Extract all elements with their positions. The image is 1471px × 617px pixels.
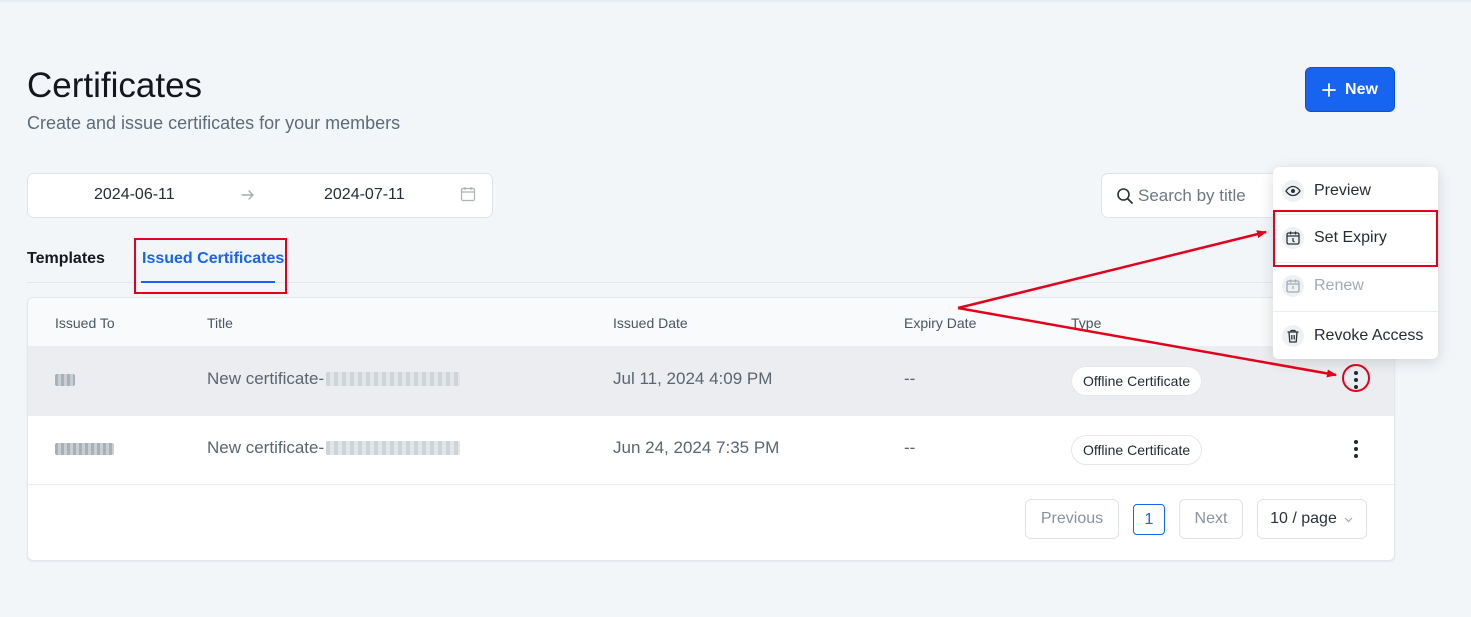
top-divider xyxy=(0,0,1471,2)
expiry-date: -- xyxy=(904,438,916,457)
title-id-redacted xyxy=(326,372,461,386)
title-text: New certificate- xyxy=(207,438,325,457)
title-text: New certificate- xyxy=(207,369,325,388)
page-subtitle: Create and issue certificates for your m… xyxy=(27,113,401,133)
column-issued-to: Issued To xyxy=(55,315,115,331)
column-expiry-date: Expiry Date xyxy=(904,315,977,331)
annotation-highlight-set-expiry xyxy=(1273,210,1438,267)
issued-date: Jun 24, 2024 7:35 PM xyxy=(613,438,780,457)
search-box[interactable] xyxy=(1101,173,1281,218)
issued-date: Jul 11, 2024 4:09 PM xyxy=(613,369,773,388)
date-range-picker[interactable]: 2024-06-11 2024-07-11 xyxy=(27,173,493,218)
table-row[interactable]: New certificate- Jul 11, 2024 4:09 PM --… xyxy=(28,347,1394,416)
trash-icon xyxy=(1282,325,1304,347)
annotation-circle-actions xyxy=(1342,364,1370,392)
menu-item-label: Preview xyxy=(1314,182,1371,199)
menu-item-revoke-access[interactable]: Revoke Access xyxy=(1273,312,1438,360)
calendar-icon xyxy=(460,187,476,202)
new-button-label: New xyxy=(1345,80,1378,98)
column-title: Title xyxy=(207,315,233,331)
new-certificate-button[interactable]: New xyxy=(1305,67,1395,112)
tab-templates[interactable]: Templates xyxy=(27,250,105,268)
date-start[interactable]: 2024-06-11 xyxy=(94,186,175,204)
certificates-table: Issued To Title Issued Date Expiry Date … xyxy=(27,297,1395,561)
menu-item-label: Revoke Access xyxy=(1314,327,1424,344)
eye-icon xyxy=(1282,180,1304,202)
column-issued-date: Issued Date xyxy=(613,315,688,331)
chevron-down-icon xyxy=(1344,517,1353,522)
annotation-highlight-tab xyxy=(134,238,287,294)
arrow-right-icon xyxy=(241,190,254,200)
issued-to-redacted xyxy=(55,438,114,459)
type-badge: Offline Certificate xyxy=(1071,366,1203,396)
page-title: Certificates xyxy=(27,66,203,105)
pagination-previous-button[interactable]: Previous xyxy=(1025,499,1119,539)
certificate-title: New certificate- xyxy=(207,369,461,389)
type-badge: Offline Certificate xyxy=(1071,435,1203,465)
page-size-value: 10 / page xyxy=(1270,510,1337,527)
title-id-redacted xyxy=(326,441,461,455)
pagination-page-1[interactable]: 1 xyxy=(1133,504,1165,535)
certificate-title: New certificate- xyxy=(207,438,461,458)
page-size-select[interactable]: 10 / page xyxy=(1257,499,1367,539)
issued-to-redacted xyxy=(55,369,75,390)
pagination-next-button[interactable]: Next xyxy=(1179,499,1243,539)
more-vertical-icon[interactable] xyxy=(1346,437,1366,461)
date-end[interactable]: 2024-07-11 xyxy=(324,186,405,204)
plus-icon xyxy=(1322,82,1336,97)
table-row[interactable]: New certificate- Jun 24, 2024 7:35 PM --… xyxy=(28,416,1394,485)
calendar-refresh-icon xyxy=(1282,275,1304,297)
column-type: Type xyxy=(1071,315,1102,331)
menu-item-label: Renew xyxy=(1314,277,1364,294)
menu-item-renew[interactable]: Renew xyxy=(1273,262,1438,310)
search-input[interactable] xyxy=(1138,184,1278,208)
search-icon xyxy=(1117,188,1133,204)
menu-item-preview[interactable]: Preview xyxy=(1273,167,1438,215)
table-header: Issued To Title Issued Date Expiry Date … xyxy=(28,298,1394,347)
expiry-date: -- xyxy=(904,369,916,388)
